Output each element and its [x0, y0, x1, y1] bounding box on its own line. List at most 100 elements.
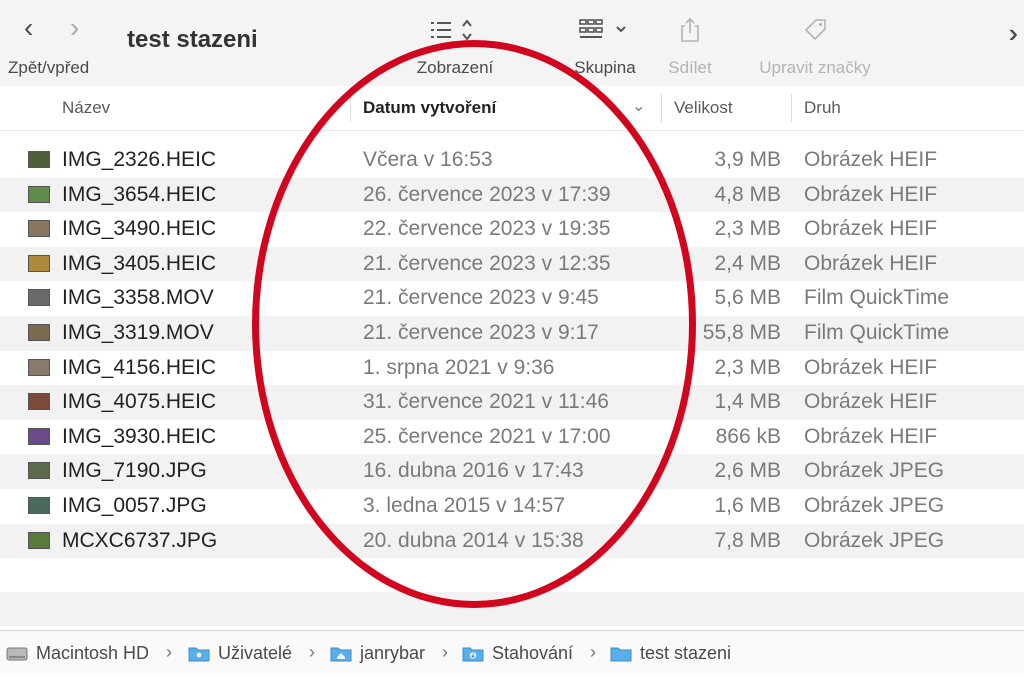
column-divider[interactable]	[350, 94, 351, 122]
hard-drive-icon	[6, 647, 28, 661]
image-thumbnail-icon	[28, 220, 50, 238]
file-row[interactable]: IMG_2326.HEIC Včera v 16:53 3,9 MB Obrázek …	[0, 143, 1024, 178]
path-item-janrybar[interactable]: janrybar	[330, 643, 425, 664]
image-thumbnail-icon	[28, 531, 50, 549]
file-name: IMG_4075.HEIC	[62, 390, 217, 414]
file-kind: Obrázek JPEG	[804, 493, 945, 517]
file-size: 2,3 MB	[714, 355, 781, 379]
file-name: IMG_4156.HEIC	[62, 355, 217, 379]
video-thumbnail-icon	[28, 323, 50, 341]
column-size[interactable]: Velikost	[674, 98, 733, 118]
file-kind: Obrázek HEIF	[804, 217, 938, 241]
video-thumbnail-icon	[28, 289, 50, 307]
file-row[interactable]: IMG_3319.MOV 21. července 2023 v 9:17 55,8…	[0, 315, 1024, 351]
file-row[interactable]: IMG_0057.JPG 3. ledna 2015 v 14:57 1,6 MB O…	[0, 489, 1024, 524]
file-kind: Obrázek JPEG	[804, 459, 945, 483]
share-label: Sdílet	[668, 58, 712, 77]
file-kind: Obrázek JPEG	[804, 528, 945, 552]
file-size: 55,8 MB	[702, 320, 781, 344]
image-thumbnail-icon	[28, 151, 50, 168]
file-name: IMG_3319.MOV	[62, 320, 214, 344]
file-kind: Obrázek HEIF	[804, 424, 938, 448]
path-separator-icon: ›	[309, 642, 315, 662]
path-item-macintosh-hd[interactable]: Macintosh HD	[6, 643, 149, 664]
folder-icon	[610, 647, 632, 662]
file-name: IMG_2326.HEIC	[62, 148, 217, 171]
file-date: 31. července 2021 v 11:46	[363, 390, 609, 414]
image-thumbnail-icon	[28, 358, 50, 376]
file-row[interactable]: IMG_7190.JPG 16. dubna 2016 v 17:43 2,6 MB…	[0, 454, 1024, 489]
column-divider[interactable]	[661, 94, 662, 122]
home-folder-icon	[330, 647, 352, 662]
image-thumbnail-icon	[28, 462, 50, 480]
empty-row	[0, 592, 1024, 626]
view-button[interactable]: Zobrazení	[410, 14, 500, 77]
column-header-row: Název Datum vytvoření ⌄ Velikost Druh	[0, 86, 1024, 131]
path-item-label: Stahování	[492, 643, 574, 663]
file-size: 5,6 MB	[714, 286, 781, 310]
file-size: 1,6 MB	[714, 493, 781, 517]
file-kind: Obrázek HEIF	[804, 355, 938, 379]
group-icon	[560, 14, 650, 46]
file-row[interactable]: IMG_3405.HEIC 21. července 2023 v 12:35 2,…	[0, 246, 1024, 282]
toolbar: ‹ › Zpět/vpřed test stazeni Zobrazení Sk…	[0, 0, 1024, 87]
image-thumbnail-icon	[28, 393, 50, 411]
file-size: 866 kB	[715, 424, 781, 448]
file-kind: Film QuickTime	[804, 286, 950, 310]
file-name: IMG_0057.JPG	[62, 493, 207, 517]
file-kind: Obrázek HEIF	[804, 390, 938, 414]
file-row[interactable]: IMG_4075.HEIC 31. července 2021 v 11:46 1,…	[0, 385, 1024, 420]
file-row[interactable]: IMG_3654.HEIC 26. července 2023 v 17:39 4,…	[0, 177, 1024, 213]
file-date: 1. srpna 2021 v 9:36	[363, 355, 555, 379]
file-date: 21. července 2023 v 12:35	[363, 251, 611, 275]
back-icon[interactable]: ‹	[24, 14, 33, 42]
downloads-folder-icon	[462, 647, 484, 662]
file-size: 4,8 MB	[714, 182, 781, 206]
share-icon	[660, 14, 720, 46]
file-row[interactable]: IMG_4156.HEIC 1. srpna 2021 v 9:36 2,3 MB O…	[0, 351, 1024, 386]
nav-label: Zpět/vpřed	[8, 58, 90, 77]
file-row[interactable]: IMG_3490.HEIC 22. července 2023 v 19:35 2,…	[0, 212, 1024, 247]
path-item-label: Macintosh HD	[36, 643, 150, 663]
file-name: IMG_3490.HEIC	[62, 217, 217, 241]
window-title: test stazeni	[127, 26, 258, 53]
column-name[interactable]: Název	[62, 98, 110, 118]
share-button[interactable]: Sdílet	[660, 14, 720, 77]
file-date: 21. července 2023 v 9:45	[363, 286, 599, 310]
file-name: MCXC6737.JPG	[62, 528, 218, 552]
file-date: Včera v 16:53	[363, 148, 493, 171]
tag-icon	[760, 14, 870, 46]
path-separator-icon: ›	[166, 642, 172, 662]
edit-tags-button[interactable]: Upravit značky	[759, 14, 871, 77]
path-bar: Macintosh HD › Uživatelé › janrybar › St…	[0, 630, 1024, 675]
file-size: 7,8 MB	[714, 528, 781, 552]
image-thumbnail-icon	[28, 427, 50, 445]
path-separator-icon: ›	[442, 642, 448, 662]
path-item-uzivatele[interactable]: Uživatelé	[188, 643, 292, 664]
double-chevron-right-icon[interactable]: ››	[1009, 18, 1021, 49]
file-size: 3,9 MB	[714, 148, 781, 171]
file-name: IMG_3930.HEIC	[62, 424, 217, 448]
path-item-test-stazeni[interactable]: test stazeni	[610, 643, 731, 664]
group-button[interactable]: Skupina	[560, 14, 650, 77]
column-date-created[interactable]: Datum vytvoření	[363, 98, 496, 118]
file-date: 25. července 2021 v 17:00	[363, 424, 611, 448]
column-kind[interactable]: Druh	[804, 98, 841, 118]
path-separator-icon: ›	[590, 642, 596, 662]
path-item-stahovani[interactable]: Stahování	[462, 643, 573, 664]
tags-label: Upravit značky	[759, 58, 871, 77]
file-kind: Film QuickTime	[804, 320, 950, 344]
file-list: IMG_2326.HEIC Včera v 16:53 3,9 MB Obrázek …	[0, 143, 1024, 559]
column-divider[interactable]	[791, 94, 792, 122]
file-name: IMG_3654.HEIC	[62, 182, 217, 206]
file-row[interactable]: IMG_3930.HEIC 25. července 2021 v 17:00 86…	[0, 420, 1024, 455]
file-date: 22. července 2023 v 19:35	[363, 217, 611, 241]
file-name: IMG_7190.JPG	[62, 459, 207, 483]
view-label: Zobrazení	[416, 58, 494, 77]
group-label: Skupina	[574, 58, 636, 77]
file-row[interactable]: IMG_3358.MOV 21. července 2023 v 9:45 5,6 …	[0, 281, 1024, 316]
file-row[interactable]: MCXC6737.JPG 20. dubna 2014 v 15:38 7,8 MB…	[0, 523, 1024, 559]
path-item-label: test stazeni	[640, 643, 732, 663]
file-kind: Obrázek HEIF	[804, 251, 938, 275]
forward-icon[interactable]: ›	[70, 14, 79, 42]
